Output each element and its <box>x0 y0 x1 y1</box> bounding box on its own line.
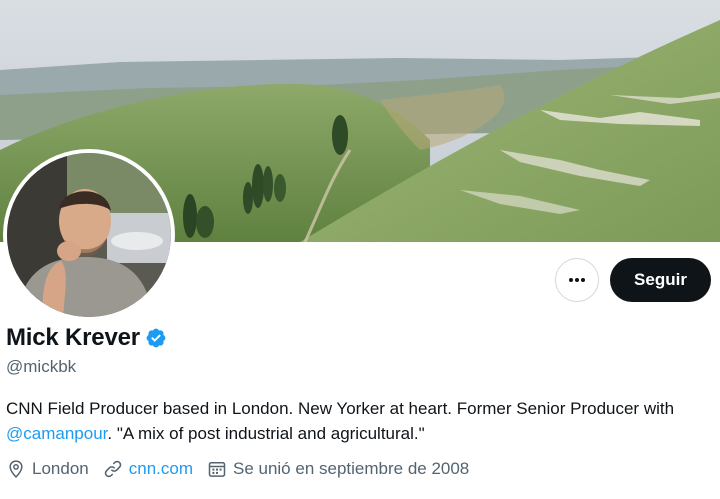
profile-avatar[interactable] <box>3 149 175 321</box>
link-icon <box>104 460 121 478</box>
location-pin-icon <box>9 460 23 478</box>
joined-item: Se unió en septiembre de 2008 <box>207 459 469 479</box>
calendar-icon <box>208 462 226 477</box>
profile-page: Seguir Mick Krever @mickbk CNN Field Pro… <box>0 0 720 499</box>
verified-badge-icon[interactable] <box>145 327 167 349</box>
bio-mention-link[interactable]: @camanpour <box>6 424 107 443</box>
location-text: London <box>32 459 89 478</box>
more-dots-icon <box>569 278 585 282</box>
bio-text-after: . "A mix of post industrial and agricult… <box>107 424 425 443</box>
follow-button-label: Seguir <box>634 270 687 289</box>
profile-bio: CNN Field Producer based in London. New … <box>6 396 716 446</box>
website-item[interactable]: cnn.com <box>103 459 193 479</box>
more-options-button[interactable] <box>555 258 599 302</box>
joined-text: Se unió en septiembre de 2008 <box>232 459 470 478</box>
display-name: Mick Krever <box>6 324 140 351</box>
bio-text-before: CNN Field Producer based in London. New … <box>6 399 675 418</box>
profile-meta-row: London cnn.com Se unió en septiembre de … <box>6 457 483 481</box>
website-link[interactable]: cnn.com <box>129 459 193 479</box>
profile-handle: @mickbk <box>6 357 77 376</box>
follow-button[interactable]: Seguir <box>610 258 711 302</box>
profile-name-row: Mick Krever <box>6 323 167 353</box>
location-item: London <box>6 459 89 479</box>
